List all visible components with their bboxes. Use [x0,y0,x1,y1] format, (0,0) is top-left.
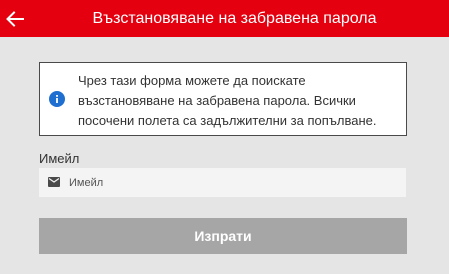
page-title: Възстановяване на забравена парола [92,10,377,27]
submit-button[interactable]: Изпрати [39,218,407,254]
info-icon [49,91,65,107]
info-text: Чрез тази форма можете да поискате възст… [78,73,377,128]
mail-icon [48,177,60,187]
email-field[interactable] [69,168,399,197]
info-notice: Чрез тази форма можете да поискате възст… [39,62,407,136]
app-header: Възстановяване на забравена парола [0,0,449,37]
email-field-wrapper[interactable] [39,168,406,197]
email-label: Имейл [39,151,80,166]
